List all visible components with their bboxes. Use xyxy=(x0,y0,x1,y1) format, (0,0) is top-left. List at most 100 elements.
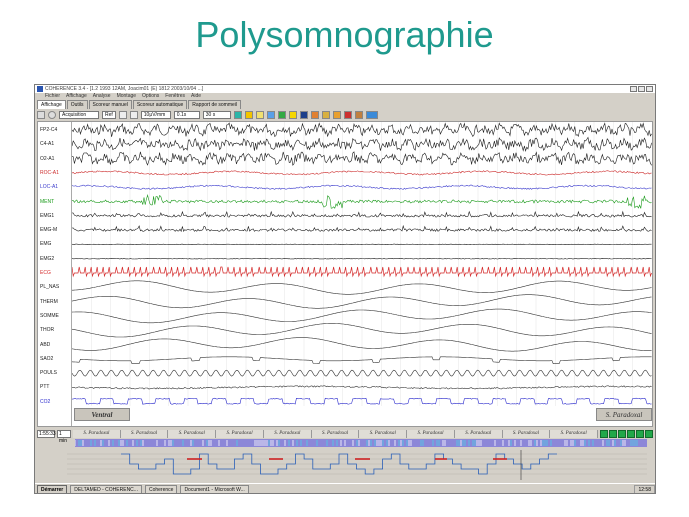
menu-options[interactable]: Options xyxy=(142,93,159,100)
epoch-segment[interactable]: S. Paradoxal xyxy=(73,429,121,438)
tab-affichage[interactable]: Affichage xyxy=(37,100,66,109)
clock: 12:58 xyxy=(634,484,655,493)
channel-label[interactable]: SOMME xyxy=(40,313,59,319)
channel-label[interactable]: POULS xyxy=(40,370,57,376)
taskbar-item-coherence[interactable]: Coherence xyxy=(144,484,178,493)
edit-icon[interactable] xyxy=(332,110,341,119)
channel-label[interactable]: O2-A1 xyxy=(40,156,54,162)
channel-label[interactable]: ABD xyxy=(40,342,50,348)
epoch-segment[interactable]: S. Paradoxal xyxy=(168,429,217,438)
channel-label-column: FP2-C4 C4-A1 O2-A1 ROC-A1 LOC-A1 MENT EMG1 EMG-… xyxy=(38,122,72,426)
last-page-icon[interactable] xyxy=(636,429,644,438)
close-icon[interactable] xyxy=(646,86,653,92)
help-icon[interactable] xyxy=(365,110,378,119)
channel-label[interactable]: PTT xyxy=(40,384,49,390)
span-select[interactable]: 30 s xyxy=(202,110,231,119)
menu-montage[interactable]: Montage xyxy=(117,93,136,100)
channel-label[interactable]: LOC-A1 xyxy=(40,184,58,190)
hypnogram-overview-bar[interactable] xyxy=(75,439,647,447)
channel-label[interactable]: EMG1 xyxy=(40,213,54,219)
zoom-field[interactable]: 1 min xyxy=(57,429,71,444)
tab-scoreur-manuel[interactable]: Scoreur manuel xyxy=(88,100,132,109)
taskbar: Démarrer DELTAMED - COHERENC... Coherenc… xyxy=(35,483,655,493)
window-title: COHERENCE 3.4 - [1.2 1993 12AM, Joacim01… xyxy=(45,86,204,92)
signal-viewer[interactable]: FP2-C4 C4-A1 O2-A1 ROC-A1 LOC-A1 MENT EMG1 EMG-… xyxy=(37,121,653,427)
mode-select[interactable]: Acquisition xyxy=(59,110,99,119)
menu-fichier[interactable]: Fichier xyxy=(45,93,60,100)
ref-button[interactable]: Ref xyxy=(102,110,116,119)
filter-select[interactable]: 0.1s xyxy=(173,110,200,119)
menu-analyse[interactable]: Analyse xyxy=(93,93,111,100)
filter-icon[interactable] xyxy=(277,110,286,119)
channel-label[interactable]: ROC-A1 xyxy=(40,170,59,176)
clock-icon[interactable] xyxy=(288,110,297,119)
epoch-segment[interactable]: S. Paradoxal xyxy=(216,429,264,438)
print-icon[interactable] xyxy=(354,110,363,119)
next-page-icon[interactable] xyxy=(627,429,635,438)
sun-icon[interactable] xyxy=(244,110,253,119)
grid-icon[interactable] xyxy=(299,110,308,119)
epoch-segment[interactable]: S. Paradoxal xyxy=(263,429,312,438)
window-titlebar[interactable]: COHERENCE 3.4 - [1.2 1993 12AM, Joacim01… xyxy=(35,85,655,93)
channel-label[interactable]: ECG xyxy=(40,270,51,276)
start-button[interactable]: Démarrer xyxy=(37,484,68,493)
epoch-segment[interactable]: S. Paradoxal xyxy=(502,429,551,438)
record-icon[interactable] xyxy=(343,110,352,119)
end-icon[interactable] xyxy=(645,429,653,438)
menu-affichage[interactable]: Affichage xyxy=(66,93,87,100)
tab-scoreur-automatique[interactable]: Scoreur automatique xyxy=(132,100,188,109)
marker-icon[interactable] xyxy=(255,110,264,119)
stage-label-left[interactable]: Ventral xyxy=(74,408,130,421)
taskbar-item-deltamed[interactable]: DELTAMED - COHERENC... xyxy=(70,484,142,493)
epoch-segment[interactable]: S. Paradoxal xyxy=(454,429,503,438)
play-icon[interactable] xyxy=(618,429,626,438)
text-icon[interactable] xyxy=(129,110,138,119)
app-icon xyxy=(37,86,43,92)
epoch-segment[interactable]: S. Paradoxal xyxy=(120,429,169,438)
epoch-segment[interactable]: S. Paradoxal xyxy=(359,429,408,438)
channel-label[interactable]: FP2-C4 xyxy=(40,127,57,133)
channel-label[interactable]: CO2 xyxy=(40,399,50,405)
minimize-icon[interactable] xyxy=(630,86,637,92)
channel-label[interactable]: EMG2 xyxy=(40,256,54,262)
note-icon[interactable] xyxy=(310,110,319,119)
channel-label[interactable]: THOR xyxy=(40,327,54,333)
channel-label[interactable]: EMG xyxy=(40,241,51,247)
menu-aide[interactable]: Aide xyxy=(191,93,201,100)
hypnogram[interactable] xyxy=(37,448,653,482)
epoch-segment[interactable]: S. Paradoxal xyxy=(550,429,599,438)
stage-label-right[interactable]: S. Paradoxal xyxy=(596,408,652,421)
trace-emg xyxy=(72,243,652,246)
tab-rapport[interactable]: Rapport de sommeil xyxy=(188,100,242,109)
app-window: COHERENCE 3.4 - [1.2 1993 12AM, Joacim01… xyxy=(34,84,656,494)
toolbar: Acquisition Ref 10μV/mm 0.1s 30 s xyxy=(37,109,653,120)
menu-fenetres[interactable]: Fenêtres xyxy=(165,93,185,100)
folder-icon[interactable] xyxy=(321,110,330,119)
channel-label[interactable]: THERM xyxy=(40,299,58,305)
channel-label[interactable]: PL_NAS xyxy=(40,284,59,290)
menubar: Fichier Affichage Analyse Montage Option… xyxy=(35,93,655,100)
epoch-strip: 1:55:33 1 min S. Paradoxal S. Paradoxal S.… xyxy=(37,429,653,444)
first-page-icon[interactable] xyxy=(600,429,608,438)
prev-page-icon[interactable] xyxy=(609,429,617,438)
channel-label[interactable]: C4-A1 xyxy=(40,141,54,147)
channel-label[interactable]: MENT xyxy=(40,199,54,205)
navigation-buttons xyxy=(600,429,653,438)
stop-icon[interactable] xyxy=(48,110,56,119)
channel-label[interactable]: EMG-M xyxy=(40,227,57,233)
arrow-icon[interactable] xyxy=(37,110,45,119)
gain-select[interactable]: 10μV/mm xyxy=(140,110,171,119)
signal-traces[interactable] xyxy=(72,122,652,426)
maximize-icon[interactable] xyxy=(638,86,645,92)
taskbar-item-word[interactable]: Document1 - Microsoft W... xyxy=(180,484,249,493)
time-field[interactable]: 1:55:33 xyxy=(37,429,56,438)
stage-row: Ventral S. Paradoxal xyxy=(74,408,652,421)
epoch-segment[interactable]: S. Paradoxal xyxy=(311,429,360,438)
epoch-segment[interactable]: S. Paradoxal xyxy=(407,429,455,438)
wave-icon[interactable] xyxy=(118,110,127,119)
montage-icon[interactable] xyxy=(233,110,242,119)
channel-label[interactable]: SAO2 xyxy=(40,356,53,362)
slide-title: Polysomnographie xyxy=(195,14,494,55)
tab-outils[interactable]: Outils xyxy=(66,100,88,109)
zoom-icon[interactable] xyxy=(266,110,275,119)
